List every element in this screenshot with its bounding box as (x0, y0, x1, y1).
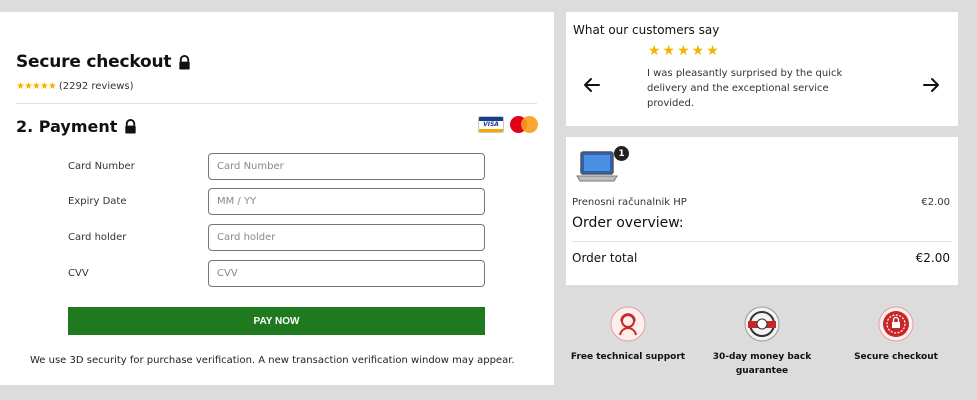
expiry-date-row: Expiry Date (68, 188, 485, 215)
badge-label: 30-day money back guarantee (712, 352, 812, 376)
testimonial-panel: What our customers say ★★★★★ I was pleas… (566, 12, 958, 126)
trust-badge-secure: Secure checkout (831, 306, 961, 364)
mastercard-logo (510, 116, 538, 133)
arrow-right-icon[interactable] (922, 76, 940, 94)
checkout-heading: Secure checkout (16, 52, 192, 72)
product-price: €2.00 (921, 197, 950, 208)
order-summary-panel: 1 Prenosni računalnik HP €2.00 Order ove… (566, 137, 958, 285)
expiry-date-label: Expiry Date (68, 196, 127, 207)
cvv-label: CVV (68, 268, 89, 279)
trust-badge-money-back: 30-day money back guarantee (697, 306, 827, 378)
rating-summary: ★★★★★ (2292 reviews) (16, 81, 134, 92)
checkout-title: Secure checkout (16, 52, 172, 72)
expiry-date-input[interactable] (208, 188, 485, 215)
testimonial-stars: ★★★★★ (648, 43, 721, 59)
card-holder-row: Card holder (68, 224, 485, 251)
laptop-product-image (576, 151, 618, 182)
order-total-value: €2.00 (915, 251, 950, 265)
review-count[interactable]: (2292 reviews) (59, 81, 134, 92)
card-number-label: Card Number (68, 161, 135, 172)
quantity-badge: 1 (614, 146, 629, 161)
testimonial-quote: I was pleasantly surprised by the quick … (647, 68, 843, 109)
card-number-input[interactable] (208, 153, 485, 180)
badge-label: Secure checkout (854, 352, 938, 362)
cvv-row: CVV (68, 260, 485, 287)
security-note: We use 3D security for purchase verifica… (30, 355, 515, 366)
card-holder-input[interactable] (208, 224, 485, 251)
cvv-input[interactable] (208, 260, 485, 287)
card-holder-label: Card holder (68, 232, 127, 243)
pay-now-button[interactable]: PAY NOW (68, 307, 485, 335)
testimonial-title: What our customers say (573, 23, 720, 37)
card-number-row: Card Number (68, 153, 485, 180)
checkout-panel: Secure checkout ★★★★★ (2292 reviews) 2. … (0, 12, 554, 385)
divider (572, 241, 952, 242)
order-total-label: Order total (572, 251, 638, 265)
arrow-left-icon[interactable] (583, 76, 601, 94)
lock-icon (179, 54, 190, 70)
support-agent-icon (610, 306, 646, 342)
trust-badge-support: Free technical support (563, 306, 693, 364)
rating-stars: ★★★★★ (16, 81, 57, 92)
product-name: Prenosni računalnik HP (572, 197, 687, 208)
payment-title: 2. Payment (16, 117, 118, 136)
secure-seal-icon (878, 306, 914, 342)
lock-icon (125, 119, 137, 134)
payment-heading: 2. Payment (16, 117, 138, 136)
order-overview-title: Order overview: (572, 215, 684, 231)
visa-logo: VISA (478, 116, 504, 133)
badge-label: Free technical support (570, 352, 686, 362)
card-logos: VISA (478, 116, 538, 133)
money-back-icon (744, 306, 780, 342)
divider (16, 103, 537, 104)
